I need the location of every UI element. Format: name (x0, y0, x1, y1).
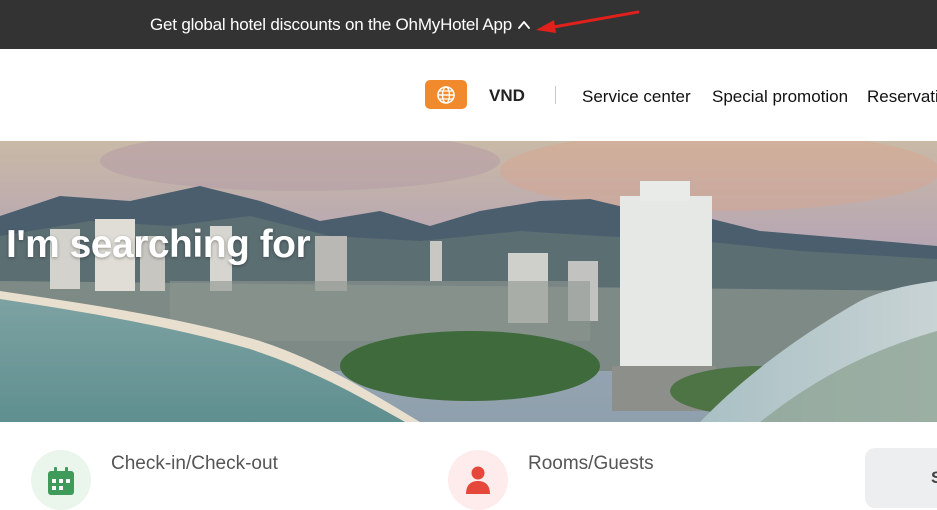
nav-service-center[interactable]: Service center (582, 87, 691, 107)
hero-title: I'm searching for (6, 223, 311, 266)
city-skyline-image (0, 141, 937, 422)
search-button[interactable]: S (865, 448, 937, 508)
rooms-icon-circle (448, 450, 508, 510)
chevron-up-icon[interactable] (516, 17, 532, 33)
nav-divider (555, 86, 556, 104)
red-arrow-icon (536, 10, 640, 33)
currency-selector[interactable]: VND (489, 86, 525, 106)
hero-banner: I'm searching for (0, 141, 937, 422)
language-button[interactable] (425, 80, 467, 109)
person-icon (466, 466, 490, 494)
app-promo-text[interactable]: Get global hotel discounts on the OhMyHo… (150, 15, 512, 35)
dates-field-label[interactable]: Check-in/Check-out (111, 453, 278, 475)
rooms-field-label[interactable]: Rooms/Guests (528, 453, 654, 475)
nav-reservation[interactable]: Reservation (867, 87, 937, 107)
site-header: VND Service center Special promotion Res… (0, 49, 937, 141)
globe-icon (437, 85, 455, 104)
calendar-icon (48, 467, 74, 495)
search-button-label: S (931, 468, 937, 487)
app-promo-bar[interactable]: Get global hotel discounts on the OhMyHo… (0, 0, 937, 49)
nav-special-promotion[interactable]: Special promotion (712, 87, 848, 107)
dates-icon-circle (31, 450, 91, 510)
search-form: Check-in/Check-out Rooms/Guests S (0, 422, 937, 510)
